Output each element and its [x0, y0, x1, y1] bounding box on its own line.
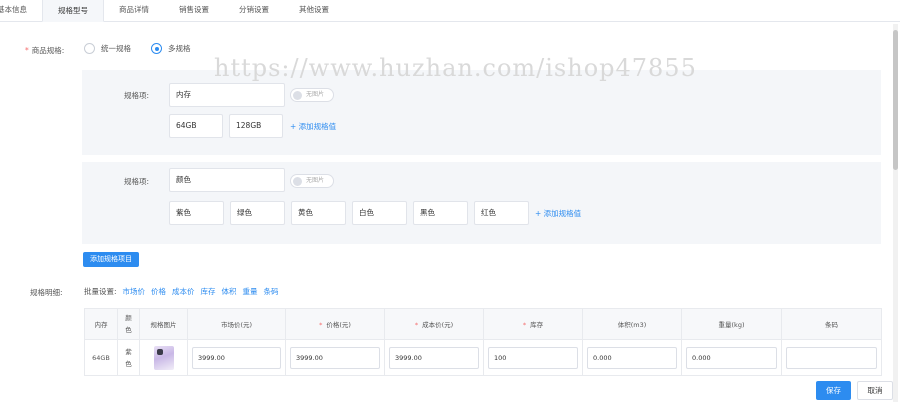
- radio-multi-spec[interactable]: 多规格: [151, 43, 191, 54]
- spec-group-memory: 规格项: 内存 无图片 64GB 128GB + 添加规格值: [82, 70, 881, 155]
- add-spec-item-button[interactable]: 添加规格项目: [83, 252, 139, 267]
- spec-group-color: 规格项: 颜色 无图片 紫色 绿色 黄色 白色 黑色 红色 + 添加规格值: [82, 162, 881, 244]
- spec-value-input[interactable]: 白色: [352, 201, 407, 225]
- cell-barcode: [781, 339, 882, 376]
- batch-settings-label: 批量设置:: [84, 287, 117, 296]
- col-spec-image: 规格图片: [139, 308, 188, 340]
- col-color: 颜色: [117, 308, 140, 340]
- spec-value-input[interactable]: 128GB: [229, 114, 283, 138]
- col-price: * 价格(元): [285, 308, 385, 340]
- col-weight: 重量(kg): [681, 308, 782, 340]
- batch-volume-link[interactable]: 体积: [222, 286, 237, 297]
- spec-value-input[interactable]: 红色: [474, 201, 529, 225]
- cell-price: 3999.00: [285, 339, 385, 376]
- spec-name-input[interactable]: 颜色: [169, 168, 285, 192]
- spec-editor-page: 基本信息 规格型号 商品详情 销售设置 分销设置 其他设置 * 商品规格: 统一规…: [0, 0, 900, 402]
- col-stock: * 库存: [483, 308, 583, 340]
- image-toggle[interactable]: 无图片: [290, 174, 334, 188]
- spec-value-input[interactable]: 64GB: [169, 114, 223, 138]
- radio-single-spec[interactable]: 统一规格: [84, 43, 131, 54]
- cancel-button[interactable]: 取消: [857, 381, 893, 400]
- spec-group-label: 规格项:: [124, 91, 150, 100]
- radio-single-spec-label: 统一规格: [101, 44, 131, 53]
- add-spec-value-link[interactable]: + 添加规格值: [535, 208, 581, 219]
- batch-market-price-link[interactable]: 市场价: [123, 286, 146, 297]
- cell-weight: 0.000: [681, 339, 782, 376]
- price-input[interactable]: 3999.00: [290, 346, 380, 369]
- tab-bar: 基本信息 规格型号 商品详情 销售设置 分销设置 其他设置: [0, 0, 900, 22]
- cell-volume: 0.000: [582, 339, 682, 376]
- spec-value-input[interactable]: 紫色: [169, 201, 224, 225]
- col-market-price: 市场价(元): [187, 308, 286, 340]
- image-toggle[interactable]: 无图片: [290, 88, 334, 102]
- scrollbar-thumb[interactable]: [893, 30, 898, 170]
- stock-input[interactable]: 100: [488, 346, 578, 369]
- required-mark: *: [319, 321, 323, 329]
- toggle-knob: [293, 90, 302, 100]
- weight-input[interactable]: 0.000: [686, 346, 777, 369]
- spec-mode-label-text: 商品规格:: [31, 46, 65, 55]
- save-button[interactable]: 保存: [816, 381, 851, 400]
- spec-value-input[interactable]: 黄色: [291, 201, 346, 225]
- required-mark: *: [25, 46, 29, 55]
- table-header-row: 内存 颜色 规格图片 市场价(元) * 价格(元) * 成本价(元) * 库存 体积(…: [84, 308, 882, 340]
- spec-value-input[interactable]: 黑色: [413, 201, 468, 225]
- tab-basic-info[interactable]: 基本信息: [0, 0, 42, 21]
- tab-spec-model[interactable]: 规格型号: [42, 0, 104, 22]
- spec-mode-label: * 商品规格:: [25, 45, 64, 56]
- batch-cost-link[interactable]: 成本价: [172, 286, 195, 297]
- spec-value-input[interactable]: 绿色: [230, 201, 285, 225]
- cost-input[interactable]: 3999.00: [389, 346, 479, 369]
- spec-detail-label: 规格明细:: [30, 288, 63, 297]
- batch-stock-link[interactable]: 库存: [201, 286, 216, 297]
- cell-color: 紫色: [117, 339, 140, 376]
- add-spec-value-link[interactable]: + 添加规格值: [290, 121, 336, 132]
- required-mark: *: [522, 321, 527, 329]
- tab-distribution-settings[interactable]: 分销设置: [224, 0, 284, 21]
- col-memory: 内存: [84, 308, 118, 340]
- col-barcode: 条码: [781, 308, 882, 340]
- volume-input[interactable]: 0.000: [587, 346, 677, 369]
- image-toggle-label: 无图片: [306, 91, 325, 98]
- cell-stock: 100: [483, 339, 583, 376]
- col-cost: * 成本价(元): [384, 308, 484, 340]
- tab-sales-settings[interactable]: 销售设置: [164, 0, 224, 21]
- tab-other-settings[interactable]: 其他设置: [284, 0, 344, 21]
- phone-thumbnail-image[interactable]: [153, 345, 174, 370]
- toggle-knob: [293, 176, 302, 186]
- radio-checked-icon: [151, 43, 162, 54]
- radio-multi-spec-label: 多规格: [168, 44, 191, 53]
- image-toggle-label: 无图片: [306, 177, 325, 184]
- batch-weight-link[interactable]: 重量: [243, 286, 258, 297]
- cell-memory: 64GB: [84, 339, 118, 376]
- table-row: 64GB 紫色 3999.00 3999.00 3999.00 100 0.00…: [84, 339, 882, 376]
- radio-icon: [84, 43, 95, 54]
- batch-price-link[interactable]: 价格: [151, 286, 166, 297]
- spec-name-input[interactable]: 内存: [169, 83, 285, 107]
- cell-spec-image[interactable]: [139, 339, 188, 376]
- barcode-input[interactable]: [786, 346, 877, 369]
- batch-settings: 批量设置: 市场价 价格 成本价 库存 体积 重量 条码: [84, 286, 279, 297]
- batch-barcode-link[interactable]: 条码: [264, 286, 279, 297]
- col-volume: 体积(m3): [582, 308, 682, 340]
- spec-group-label: 规格项:: [124, 177, 150, 186]
- cell-cost: 3999.00: [384, 339, 484, 376]
- required-mark: *: [414, 321, 419, 329]
- spec-detail-table: 内存 颜色 规格图片 市场价(元) * 价格(元) * 成本价(元) * 库存 体积(…: [84, 308, 882, 376]
- cell-market-price: 3999.00: [187, 339, 286, 376]
- vertical-scrollbar[interactable]: [893, 24, 898, 402]
- tab-product-detail[interactable]: 商品详情: [104, 0, 164, 21]
- market-price-input[interactable]: 3999.00: [192, 346, 281, 369]
